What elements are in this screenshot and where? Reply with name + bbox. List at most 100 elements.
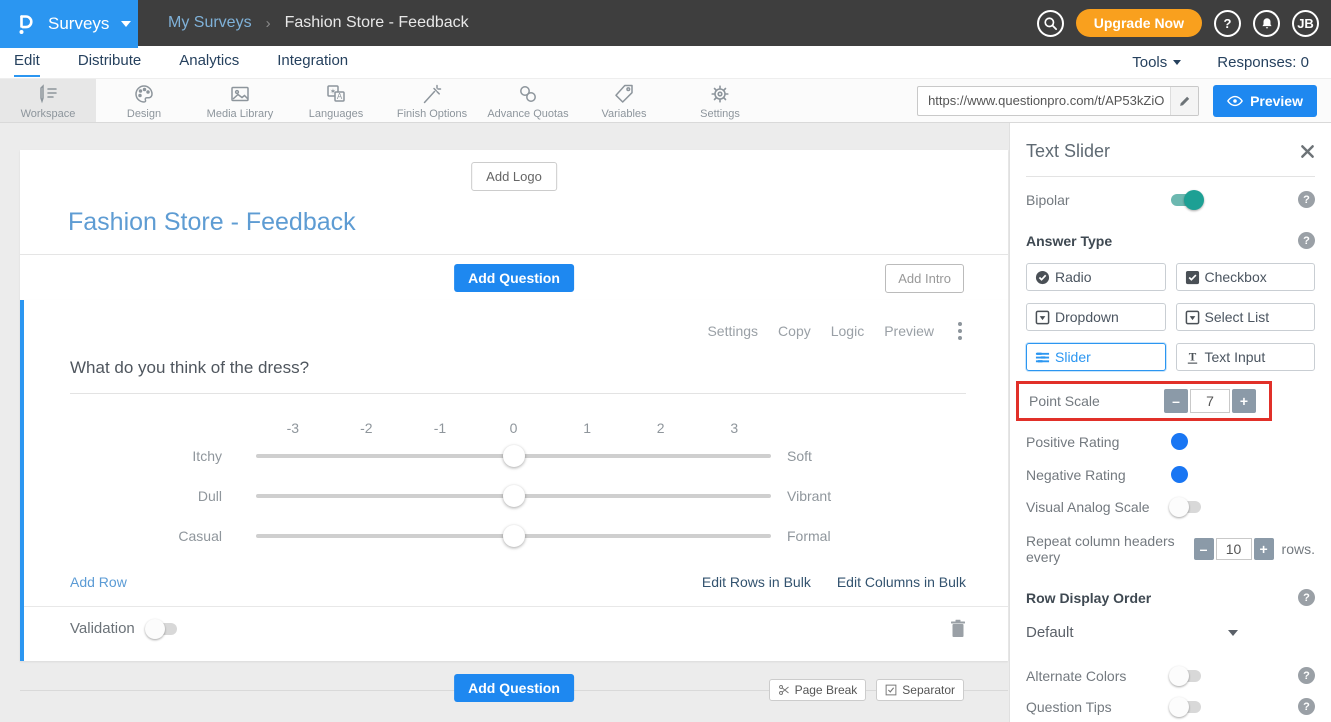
visual-analog-toggle[interactable] — [1171, 501, 1201, 513]
question-settings-link[interactable]: Settings — [707, 323, 758, 339]
question-tips-toggle[interactable] — [1171, 701, 1201, 713]
question-settings-panel: Text Slider Bipolar ? Answer Type ? Radi… — [1009, 123, 1331, 722]
slider-handle[interactable] — [503, 525, 525, 547]
row-left-label[interactable]: Dull — [70, 488, 222, 504]
toolbar-item-workspace[interactable]: Workspace — [0, 79, 96, 122]
toolbar-item-finish-options[interactable]: Finish Options — [384, 79, 480, 122]
row-right-label[interactable]: Soft — [787, 448, 812, 464]
question-actions: Settings Copy Logic Preview — [70, 320, 966, 342]
scale-tick: 3 — [697, 420, 771, 436]
toolbar-item-advance-quotas[interactable]: Advance Quotas — [480, 79, 576, 122]
add-logo-button[interactable]: Add Logo — [471, 162, 557, 191]
survey-title[interactable]: Fashion Store - Feedback — [68, 208, 356, 237]
row-right-label[interactable]: Vibrant — [787, 488, 831, 504]
notifications-button[interactable] — [1253, 10, 1280, 37]
user-avatar[interactable]: JB — [1292, 10, 1319, 37]
row-display-order-help-icon[interactable]: ? — [1298, 589, 1315, 606]
alternate-colors-label: Alternate Colors — [1026, 668, 1171, 684]
close-panel-button[interactable] — [1300, 144, 1315, 159]
toolbar-item-languages[interactable]: ✶ A Languages — [288, 79, 384, 122]
alternate-colors-row: Alternate Colors ? — [1026, 667, 1315, 684]
point-scale-value[interactable]: 7 — [1190, 389, 1230, 413]
toolbar-item-design[interactable]: Design — [96, 79, 192, 122]
separator-button[interactable]: Separator — [876, 679, 964, 701]
delete-question-button[interactable] — [950, 619, 966, 638]
row-display-order-select[interactable]: Default — [1026, 624, 1238, 641]
breadcrumb: My Surveys › Fashion Store - Feedback — [168, 0, 469, 46]
slider-row-casual-formal: Casual Formal — [70, 516, 966, 556]
question-card: Settings Copy Logic Preview What do you … — [20, 300, 1008, 661]
add-intro-button[interactable]: Add Intro — [885, 264, 964, 293]
responses-count[interactable]: Responses: 0 — [1217, 54, 1309, 71]
point-scale-stepper: – 7 + — [1164, 389, 1256, 413]
question-tips-label: Question Tips — [1026, 699, 1171, 715]
survey-url-input[interactable] — [918, 93, 1170, 108]
bipolar-help-icon[interactable]: ? — [1298, 191, 1315, 208]
answer-type-text-input[interactable]: T Text Input — [1176, 343, 1316, 371]
add-question-button-bottom[interactable]: Add Question — [454, 674, 574, 702]
answer-type-dropdown[interactable]: Dropdown — [1026, 303, 1166, 331]
row-left-label[interactable]: Itchy — [70, 448, 222, 464]
alternate-colors-help-icon[interactable]: ? — [1298, 667, 1315, 684]
validation-toggle[interactable] — [147, 623, 177, 635]
slider-handle[interactable] — [503, 485, 525, 507]
toolbar-item-settings[interactable]: Settings — [672, 79, 768, 122]
row-right-label[interactable]: Formal — [787, 528, 831, 544]
answer-type-select-list[interactable]: Select List — [1176, 303, 1316, 331]
question-more-menu[interactable] — [954, 320, 966, 342]
slider-track[interactable] — [256, 486, 771, 506]
tab-edit[interactable]: Edit — [14, 47, 40, 77]
repeat-headers-value[interactable]: 10 — [1216, 538, 1252, 560]
question-logic-link[interactable]: Logic — [831, 323, 864, 339]
slider-handle[interactable] — [503, 445, 525, 467]
answer-type-radio[interactable]: Radio — [1026, 263, 1166, 291]
page-break-button[interactable]: Page Break — [769, 679, 867, 701]
question-tips-help-icon[interactable]: ? — [1298, 698, 1315, 715]
preview-button[interactable]: Preview — [1213, 85, 1317, 117]
toolbar-item-media-library[interactable]: Media Library — [192, 79, 288, 122]
tools-menu[interactable]: Tools — [1132, 54, 1181, 71]
add-row-link[interactable]: Add Row — [70, 574, 127, 590]
slider-track[interactable] — [256, 526, 771, 546]
repeat-headers-row: Repeat column headers every – 10 + rows. — [1026, 533, 1315, 565]
toolbar-item-variables[interactable]: Variables — [576, 79, 672, 122]
finish-options-wand-icon — [420, 82, 444, 106]
point-scale-decrease-button[interactable]: – — [1164, 389, 1188, 413]
slider-row-itchy-soft: Itchy Soft — [70, 436, 966, 476]
question-text[interactable]: What do you think of the dress? — [70, 358, 966, 378]
settings-gear-icon — [708, 82, 732, 106]
alternate-colors-toggle[interactable] — [1171, 670, 1201, 682]
repeat-headers-decrease-button[interactable]: – — [1194, 538, 1214, 560]
search-button[interactable] — [1037, 10, 1064, 37]
question-tips-row: Question Tips ? — [1026, 698, 1315, 715]
bipolar-row: Bipolar ? — [1026, 191, 1315, 208]
bipolar-toggle[interactable] — [1171, 194, 1201, 206]
checkbox-icon — [885, 684, 897, 696]
tab-analytics[interactable]: Analytics — [179, 47, 239, 77]
breadcrumb-my-surveys[interactable]: My Surveys — [168, 14, 252, 32]
question-copy-link[interactable]: Copy — [778, 323, 811, 339]
tab-integration[interactable]: Integration — [277, 47, 348, 77]
repeat-headers-increase-button[interactable]: + — [1254, 538, 1274, 560]
validation-label: Validation — [70, 620, 135, 637]
row-left-label[interactable]: Casual — [70, 528, 222, 544]
negative-rating-color-swatch[interactable] — [1171, 466, 1188, 483]
scissors-icon — [778, 684, 790, 696]
add-question-button-top[interactable]: Add Question — [454, 264, 574, 292]
radio-icon — [1035, 270, 1050, 285]
answer-type-slider[interactable]: Slider — [1026, 343, 1166, 371]
product-switcher[interactable]: Surveys — [0, 0, 138, 48]
answer-type-checkbox[interactable]: Checkbox — [1176, 263, 1316, 291]
slider-track[interactable] — [256, 446, 771, 466]
edit-url-button[interactable] — [1170, 87, 1198, 115]
point-scale-increase-button[interactable]: + — [1232, 389, 1256, 413]
survey-header-actions: Add Question Add Intro — [20, 254, 1008, 300]
edit-rows-in-bulk-link[interactable]: Edit Rows in Bulk — [702, 574, 811, 590]
positive-rating-color-swatch[interactable] — [1171, 433, 1188, 450]
answer-type-help-icon[interactable]: ? — [1298, 232, 1315, 249]
edit-columns-in-bulk-link[interactable]: Edit Columns in Bulk — [837, 574, 966, 590]
upgrade-now-button[interactable]: Upgrade Now — [1076, 9, 1202, 37]
question-preview-link[interactable]: Preview — [884, 323, 934, 339]
help-button[interactable]: ? — [1214, 10, 1241, 37]
tab-distribute[interactable]: Distribute — [78, 47, 141, 77]
